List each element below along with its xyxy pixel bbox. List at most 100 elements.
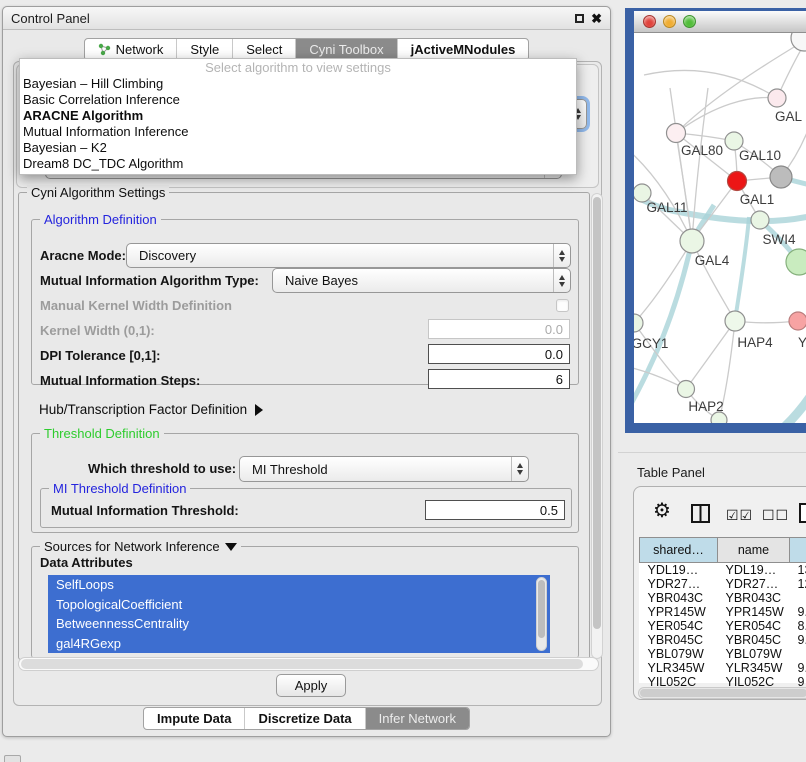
table-cell[interactable]: YPR145W: [718, 605, 790, 619]
table-cell[interactable]: YDL19…: [718, 563, 790, 578]
network-node[interactable]: [667, 124, 686, 143]
list-item[interactable]: SelfLoops: [48, 575, 550, 595]
table-cell[interactable]: YBR043C: [640, 591, 718, 605]
deselect-all-icon[interactable]: ☐☐: [762, 507, 789, 524]
tab-jactivemnodules[interactable]: jActiveMNodules: [397, 39, 529, 60]
network-node[interactable]: [725, 311, 745, 331]
zoom-traffic-light-icon[interactable]: [683, 15, 696, 28]
mi-threshold-input[interactable]: [425, 500, 565, 520]
tab-cyni-toolbox[interactable]: Cyni Toolbox: [295, 39, 396, 60]
aracne-mode-combobox[interactable]: Discovery: [126, 243, 571, 268]
settings-vertical-scrollbar[interactable]: [591, 193, 603, 659]
list-item[interactable]: gal4RGexp: [48, 634, 550, 654]
tab-select[interactable]: Select: [232, 39, 295, 60]
table-row[interactable]: YER054CYER054C8.: [640, 619, 806, 633]
table-row[interactable]: YDR27…YDR27…12: [640, 577, 806, 591]
table-cell[interactable]: 13: [790, 563, 806, 578]
list-scrollbar[interactable]: [536, 577, 547, 651]
column-header-partial[interactable]: [790, 538, 806, 563]
dropdown-item[interactable]: Mutual Information Inference: [20, 124, 576, 140]
table-cell[interactable]: 9.: [790, 661, 806, 675]
close-icon[interactable]: ✖: [591, 12, 602, 25]
table-row[interactable]: YBL079WYBL079W: [640, 647, 806, 661]
network-node[interactable]: [751, 211, 769, 229]
mi-steps-input[interactable]: [428, 369, 570, 389]
list-item[interactable]: BetweennessCentrality: [48, 614, 550, 634]
tab-style[interactable]: Style: [176, 39, 232, 60]
apply-button[interactable]: Apply: [276, 674, 346, 697]
network-canvas[interactable]: GALGAL80GAL10GAL1GAL11SWI4GAL4GCY1HAP4YH…: [634, 33, 806, 423]
table-cell[interactable]: YDR27…: [640, 577, 718, 591]
table-cell[interactable]: YDL19…: [640, 563, 718, 578]
network-edge[interactable]: [676, 97, 777, 133]
table-cell[interactable]: [790, 591, 806, 605]
table-row[interactable]: YPR145WYPR145W9.: [640, 605, 806, 619]
table-cell[interactable]: YBR043C: [718, 591, 790, 605]
table-cell[interactable]: YBL079W: [718, 647, 790, 661]
dpi-tolerance-input[interactable]: [428, 344, 570, 364]
table-cell[interactable]: 9.: [790, 605, 806, 619]
node-table[interactable]: shared… name YDL19…YDL19…13YDR27…YDR27…1…: [639, 537, 806, 683]
column-header-name[interactable]: name: [718, 538, 790, 563]
table-row[interactable]: YBR045CYBR045C9.: [640, 633, 806, 647]
table-cell[interactable]: 12: [790, 577, 806, 591]
table-cell[interactable]: YBR045C: [640, 633, 718, 647]
table-cell[interactable]: YER054C: [718, 619, 790, 633]
split-columns-icon[interactable]: [690, 503, 712, 525]
table-cell[interactable]: YBL079W: [640, 647, 718, 661]
data-attributes-list[interactable]: SelfLoops TopologicalCoefficient Between…: [48, 575, 550, 653]
table-cell[interactable]: YBR045C: [718, 633, 790, 647]
table-horizontal-scrollbar[interactable]: [638, 687, 806, 699]
network-node[interactable]: [791, 33, 806, 51]
settings-horizontal-scrollbar[interactable]: [18, 657, 599, 671]
network-node[interactable]: [768, 89, 786, 107]
tab-infer-network[interactable]: Infer Network: [365, 708, 469, 729]
table-row[interactable]: YDL19…YDL19…13: [640, 563, 806, 578]
network-node[interactable]: [786, 249, 806, 275]
collapse-arrow-icon[interactable]: [225, 543, 237, 551]
table-cell[interactable]: YLR345W: [718, 661, 790, 675]
manual-kernel-checkbox[interactable]: [556, 299, 569, 312]
expand-arrow-icon[interactable]: [255, 404, 263, 416]
mi-algorithm-type-combobox[interactable]: Naive Bayes: [272, 268, 571, 293]
dropdown-item[interactable]: Bayesian – Hill Climbing: [20, 76, 576, 92]
bottom-left-button[interactable]: [4, 755, 21, 762]
tab-impute-data[interactable]: Impute Data: [144, 708, 244, 729]
network-node[interactable]: [770, 166, 792, 188]
hub-transcription-factor-section[interactable]: Hub/Transcription Factor Definition: [39, 402, 263, 417]
table-cell[interactable]: YER054C: [640, 619, 718, 633]
network-edge[interactable]: [735, 217, 749, 321]
gear-icon[interactable]: ⚙: [653, 501, 671, 521]
network-edge[interactable]: [644, 70, 777, 98]
network-node[interactable]: [680, 229, 704, 253]
float-window-icon[interactable]: [575, 14, 584, 23]
table-cell[interactable]: [790, 647, 806, 661]
dropdown-item-selected[interactable]: ARACNE Algorithm: [20, 108, 576, 124]
table-row[interactable]: YBR043CYBR043C: [640, 591, 806, 605]
dropdown-item[interactable]: Bayesian – K2: [20, 140, 576, 156]
table-cell[interactable]: YLR345W: [640, 661, 718, 675]
new-column-icon[interactable]: [797, 501, 806, 525]
table-cell[interactable]: YDR27…: [718, 577, 790, 591]
network-node[interactable]: [678, 381, 695, 398]
manual-kernel-label: Manual Kernel Width Definition: [40, 298, 232, 313]
close-traffic-light-icon[interactable]: [643, 15, 656, 28]
tab-discretize-data[interactable]: Discretize Data: [244, 708, 364, 729]
which-threshold-combobox[interactable]: MI Threshold: [239, 456, 529, 482]
list-item[interactable]: TopologicalCoefficient: [48, 595, 550, 615]
kernel-width-input[interactable]: [428, 319, 570, 339]
network-window-titlebar[interactable]: [634, 11, 806, 33]
table-cell[interactable]: 9.: [790, 633, 806, 647]
minimize-traffic-light-icon[interactable]: [663, 15, 676, 28]
table-row[interactable]: YLR345WYLR345W9.: [640, 661, 806, 675]
column-header-shared-name[interactable]: shared…: [640, 538, 718, 563]
network-node[interactable]: [789, 312, 806, 330]
select-all-icon[interactable]: ☑☑: [726, 507, 753, 524]
tab-network[interactable]: Network: [85, 39, 177, 60]
dropdown-item[interactable]: Basic Correlation Inference: [20, 92, 576, 108]
network-node[interactable]: [634, 314, 643, 332]
table-cell[interactable]: 8.: [790, 619, 806, 633]
table-cell[interactable]: YPR145W: [640, 605, 718, 619]
dropdown-item[interactable]: Dream8 DC_TDC Algorithm: [20, 156, 576, 172]
network-node[interactable]: [728, 172, 747, 191]
